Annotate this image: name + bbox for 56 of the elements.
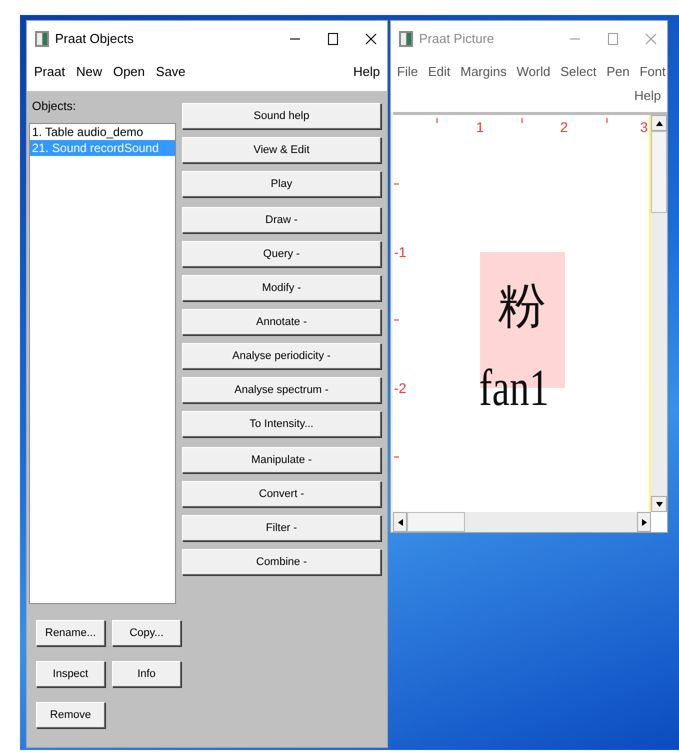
action-button[interactable]: Query - bbox=[182, 241, 381, 267]
menu-item[interactable]: Praat bbox=[34, 62, 66, 82]
action-button[interactable]: View & Edit bbox=[182, 137, 381, 163]
vertical-scrollbar[interactable] bbox=[651, 115, 667, 512]
menu-item[interactable]: File bbox=[397, 62, 418, 82]
left-arrow-icon[interactable] bbox=[398, 518, 402, 526]
object-item[interactable]: 1. Table audio_demo bbox=[30, 124, 175, 140]
action-button[interactable]: Play bbox=[182, 171, 381, 197]
close-icon[interactable] bbox=[365, 33, 377, 45]
scrollbar-corner bbox=[651, 512, 667, 532]
action-button[interactable]: Analyse periodicity - bbox=[182, 343, 381, 369]
menu-item[interactable]: Pen bbox=[606, 62, 630, 82]
action-button[interactable]: Manipulate - bbox=[182, 447, 381, 473]
horizontal-scrollbar[interactable] bbox=[393, 512, 651, 532]
menu-item[interactable]: Help bbox=[353, 62, 380, 82]
action-button[interactable]: Modify - bbox=[182, 275, 381, 301]
scroll-thumb[interactable] bbox=[407, 512, 465, 532]
up-arrow-icon[interactable] bbox=[656, 120, 662, 126]
action-button[interactable]: Convert - bbox=[182, 481, 381, 507]
maximize-icon[interactable] bbox=[327, 33, 339, 45]
scroll-thumb[interactable] bbox=[651, 131, 667, 213]
pinyin-text: fan1 bbox=[479, 360, 572, 417]
action-button[interactable]: Info bbox=[112, 661, 181, 687]
menu-item[interactable]: Edit bbox=[428, 62, 450, 82]
menu-item[interactable]: World bbox=[516, 62, 550, 82]
action-button[interactable]: Inspect bbox=[36, 661, 105, 687]
action-button[interactable]: Remove bbox=[36, 702, 105, 728]
menu-item[interactable]: New bbox=[76, 62, 102, 82]
action-button[interactable]: Rename... bbox=[36, 620, 105, 646]
axis-label: -1 bbox=[394, 244, 406, 260]
window-title: Praat Picture bbox=[419, 30, 494, 48]
menu-item[interactable]: Save bbox=[156, 62, 186, 82]
axis-label: 3 bbox=[640, 119, 648, 135]
app-icon bbox=[35, 31, 49, 47]
axis-label: -2 bbox=[394, 380, 406, 396]
action-button[interactable]: Annotate - bbox=[182, 309, 381, 335]
action-button[interactable]: Sound help bbox=[182, 103, 381, 129]
down-arrow-icon[interactable] bbox=[656, 502, 662, 506]
action-button[interactable]: Filter - bbox=[182, 515, 381, 541]
app-icon bbox=[399, 30, 413, 47]
action-button[interactable]: Copy... bbox=[112, 620, 181, 646]
axis-label: 1 bbox=[476, 119, 484, 135]
menu-item[interactable]: Help bbox=[634, 86, 661, 112]
window-title: Praat Objects bbox=[55, 30, 134, 48]
menu-item[interactable]: Margins bbox=[460, 62, 507, 82]
menu-item[interactable]: Font bbox=[640, 62, 666, 82]
action-button[interactable]: Analyse spectrum - bbox=[182, 377, 381, 403]
action-button[interactable]: Draw - bbox=[182, 207, 381, 233]
chinese-character: 粉 bbox=[498, 280, 546, 333]
action-button[interactable]: To Intensity... bbox=[182, 411, 381, 437]
axis-label: 2 bbox=[560, 119, 568, 135]
action-button[interactable]: Combine - bbox=[182, 549, 381, 575]
menu-item[interactable]: Open bbox=[113, 62, 145, 82]
objects-label: Objects: bbox=[32, 98, 78, 115]
right-arrow-icon[interactable] bbox=[642, 518, 646, 526]
menu-item[interactable]: Select bbox=[560, 62, 596, 82]
